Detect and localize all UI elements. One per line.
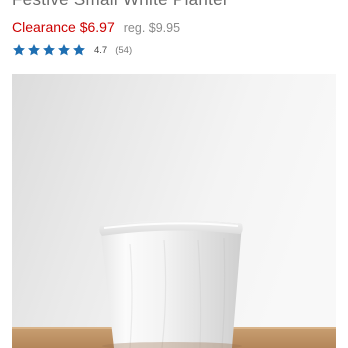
star-icon xyxy=(13,44,25,56)
product-image[interactable] xyxy=(12,74,336,348)
regular-price: reg. $9.95 xyxy=(123,21,181,35)
star-icon xyxy=(28,44,40,56)
price-row: Clearance $6.97 reg. $9.95 xyxy=(12,19,180,35)
star-icon xyxy=(43,44,55,56)
rating-summary[interactable]: 4.7 (54) xyxy=(12,43,132,57)
star-icon xyxy=(58,44,70,56)
product-title: Festive Small White Planter xyxy=(12,0,229,10)
clearance-price: Clearance $6.97 xyxy=(12,19,115,35)
rating-value: 4.7 xyxy=(94,44,108,56)
product-page: Festive Small White Planter Clearance $6… xyxy=(0,0,348,348)
review-count-link[interactable]: (54) xyxy=(115,45,132,56)
star-rating xyxy=(12,43,86,57)
star-icon xyxy=(73,44,85,56)
planter-photo xyxy=(12,74,336,348)
